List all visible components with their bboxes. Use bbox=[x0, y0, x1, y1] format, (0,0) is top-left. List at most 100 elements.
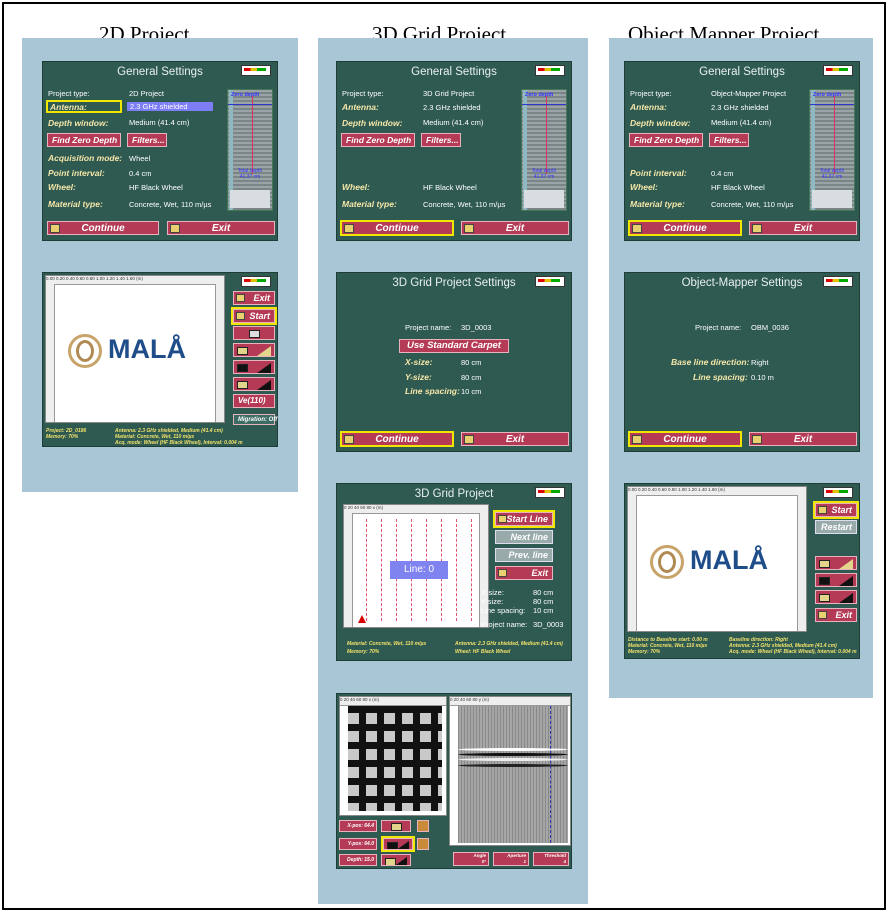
next-line-button[interactable]: Next line bbox=[495, 530, 553, 544]
camera-button[interactable] bbox=[233, 326, 275, 340]
y-size-value: 80 cm bbox=[533, 597, 554, 606]
point-interval-value[interactable]: 0.4 cm bbox=[711, 169, 734, 178]
exit-button[interactable]: Exit bbox=[167, 221, 275, 235]
find-zero-depth-button[interactable]: Find Zero Depth bbox=[629, 133, 703, 147]
exit-button[interactable]: Exit bbox=[461, 432, 569, 446]
project-name-value: 3D_0003 bbox=[533, 620, 564, 629]
gain-button[interactable] bbox=[381, 854, 411, 866]
wheel-value[interactable]: HF Black Wheel bbox=[711, 183, 765, 192]
status-memory: Memory: 70% bbox=[628, 649, 661, 655]
threshold-control[interactable]: Threshold 4 bbox=[533, 852, 569, 866]
antenna-label: Antenna: bbox=[50, 102, 87, 112]
depth-window-label: Depth window: bbox=[342, 118, 403, 128]
wheel-label: Wheel: bbox=[48, 182, 76, 192]
radargram-image bbox=[458, 706, 568, 843]
y-position-control[interactable]: Y-pos: 64.0 bbox=[339, 838, 377, 850]
find-zero-depth-button[interactable]: Find Zero Depth bbox=[47, 133, 121, 147]
zero-depth-scope[interactable]: Zero depth Total depth 41.37 cm bbox=[521, 89, 567, 211]
depth-window-value[interactable]: Medium (41.4 cm) bbox=[129, 118, 189, 127]
radargram-plot[interactable]: 0.00 0.20 0.40 0.60 0.80 1.00 1.20 1.40 … bbox=[627, 486, 807, 632]
depth-window-value[interactable]: Medium (41.4 cm) bbox=[423, 118, 483, 127]
status-memory: Memory: 70% bbox=[46, 434, 79, 440]
contrast-button[interactable] bbox=[815, 573, 857, 587]
radargram-plot[interactable]: 0 20 40 60 80 y (m) bbox=[449, 696, 571, 846]
display-mode-button[interactable] bbox=[815, 556, 857, 570]
material-type-value[interactable]: Concrete, Wet, 110 m/µs bbox=[423, 200, 505, 209]
exit-button[interactable]: Exit bbox=[749, 221, 857, 235]
depth-slice-plot[interactable]: 0 20 40 60 80 x (m) bbox=[339, 696, 447, 816]
baseline-direction-value[interactable]: Right bbox=[751, 358, 769, 367]
continue-button[interactable]: Continue bbox=[628, 220, 742, 236]
exit-button[interactable]: Exit bbox=[461, 221, 569, 235]
zero-depth-scope[interactable]: Zero depth Total depth 41.37 cm bbox=[809, 89, 855, 211]
project-type-value: 3D Grid Project bbox=[423, 89, 475, 98]
material-type-value[interactable]: Concrete, Wet, 110 m/µs bbox=[711, 200, 793, 209]
velocity-button[interactable]: Ve(110) bbox=[233, 394, 275, 408]
continue-button[interactable]: Continue bbox=[628, 431, 742, 447]
current-line-indicator: Line: 0 bbox=[390, 561, 448, 579]
zero-depth-scope[interactable]: Zero depth Total depth 41.37 cm bbox=[227, 89, 273, 211]
project-name-value[interactable]: 3D_0003 bbox=[461, 323, 491, 332]
wheel-value[interactable]: HF Black Wheel bbox=[129, 183, 183, 192]
use-standard-carpet-button[interactable]: Use Standard Carpet bbox=[399, 339, 509, 353]
display-mode-button[interactable] bbox=[233, 343, 275, 357]
exit-button[interactable]: Exit bbox=[495, 566, 553, 580]
start-line-button[interactable]: Start Line bbox=[495, 512, 553, 526]
exit-button[interactable]: Exit bbox=[233, 291, 275, 305]
y-size-value[interactable]: 80 cm bbox=[461, 373, 481, 382]
wheel-value[interactable]: HF Black Wheel bbox=[423, 183, 477, 192]
contrast-button[interactable] bbox=[233, 360, 275, 374]
status-memory: Memory: 70% bbox=[347, 649, 380, 655]
acquisition-mode-label: Acquisition mode: bbox=[48, 153, 123, 163]
antenna-field[interactable]: 2.3 GHz shielded bbox=[127, 102, 213, 111]
status-material: Material: Concrete, Wet, 110 m/µs bbox=[347, 641, 427, 647]
filters-button[interactable]: Filters... bbox=[709, 133, 749, 147]
antenna-label: Antenna: bbox=[342, 102, 379, 112]
status-antenna: Antenna: 2.3 GHz shielded, Medium (41.4 … bbox=[455, 641, 563, 647]
filters-button[interactable]: Filters... bbox=[421, 133, 461, 147]
radargram-plot[interactable]: 0.00 0.20 0.40 0.60 0.80 1.00 1.20 1.40 … bbox=[45, 275, 225, 423]
start-button[interactable]: Start bbox=[815, 503, 857, 517]
project-type-value: Object-Mapper Project bbox=[711, 89, 787, 98]
prev-line-button[interactable]: Prev. line bbox=[495, 548, 553, 562]
exit-button[interactable]: Exit bbox=[815, 608, 857, 622]
aperture-control[interactable]: Aperture 1 bbox=[493, 852, 529, 866]
material-type-value[interactable]: Concrete, Wet, 110 m/µs bbox=[129, 200, 211, 209]
radargram-ruler: 0 20 40 60 80 y (m) bbox=[450, 697, 570, 706]
point-interval-label: Point interval: bbox=[630, 168, 687, 178]
view-toggle-button[interactable] bbox=[381, 820, 411, 832]
antenna-field[interactable]: 2.3 GHz shielded bbox=[711, 103, 769, 112]
grid-plot[interactable]: 0 20 40 60 80 x (m) Line: 0 bbox=[343, 504, 489, 628]
line-spacing-value[interactable]: 0.10 m bbox=[751, 373, 774, 382]
depth-control[interactable]: Depth: 15.0 bbox=[339, 854, 377, 866]
antenna-field[interactable]: 2.3 GHz shielded bbox=[423, 103, 481, 112]
line-spacing-value[interactable]: 10 cm bbox=[461, 387, 481, 396]
continue-button[interactable]: Continue bbox=[340, 431, 454, 447]
battery-icon bbox=[823, 65, 853, 76]
x-position-control[interactable]: X-pos: 64.4 bbox=[339, 820, 377, 832]
battery-icon bbox=[535, 276, 565, 287]
status-wheel: Wheel: HF Black Wheel bbox=[455, 649, 511, 655]
x-size-label: X-size: bbox=[405, 357, 433, 367]
filters-button[interactable]: Filters... bbox=[127, 133, 167, 147]
angle-control[interactable]: Angle 0° bbox=[453, 852, 489, 866]
exit-button[interactable]: Exit bbox=[749, 432, 857, 446]
start-button[interactable]: Start bbox=[233, 309, 275, 323]
continue-button[interactable]: Continue bbox=[340, 220, 454, 236]
acquisition-mode-value[interactable]: Wheel bbox=[129, 154, 150, 163]
continue-button[interactable]: Continue bbox=[47, 221, 159, 235]
project-name-value[interactable]: OBM_0036 bbox=[751, 323, 789, 332]
zoom-button[interactable] bbox=[417, 820, 429, 832]
depth-window-value[interactable]: Medium (41.4 cm) bbox=[711, 118, 771, 127]
find-zero-depth-button[interactable]: Find Zero Depth bbox=[341, 133, 415, 147]
gain-button[interactable] bbox=[233, 377, 275, 391]
rotate-button[interactable] bbox=[417, 838, 429, 850]
gain-button[interactable] bbox=[815, 590, 857, 604]
project-name-label: Project name: bbox=[405, 323, 452, 332]
mala-logo-text: MALÅ bbox=[690, 545, 768, 575]
point-interval-value[interactable]: 0.4 cm bbox=[129, 169, 152, 178]
contrast-button[interactable] bbox=[383, 838, 413, 850]
x-size-value[interactable]: 80 cm bbox=[461, 358, 481, 367]
migration-toggle[interactable]: Migration: Off bbox=[233, 414, 277, 425]
restart-button[interactable]: Restart bbox=[815, 520, 857, 534]
